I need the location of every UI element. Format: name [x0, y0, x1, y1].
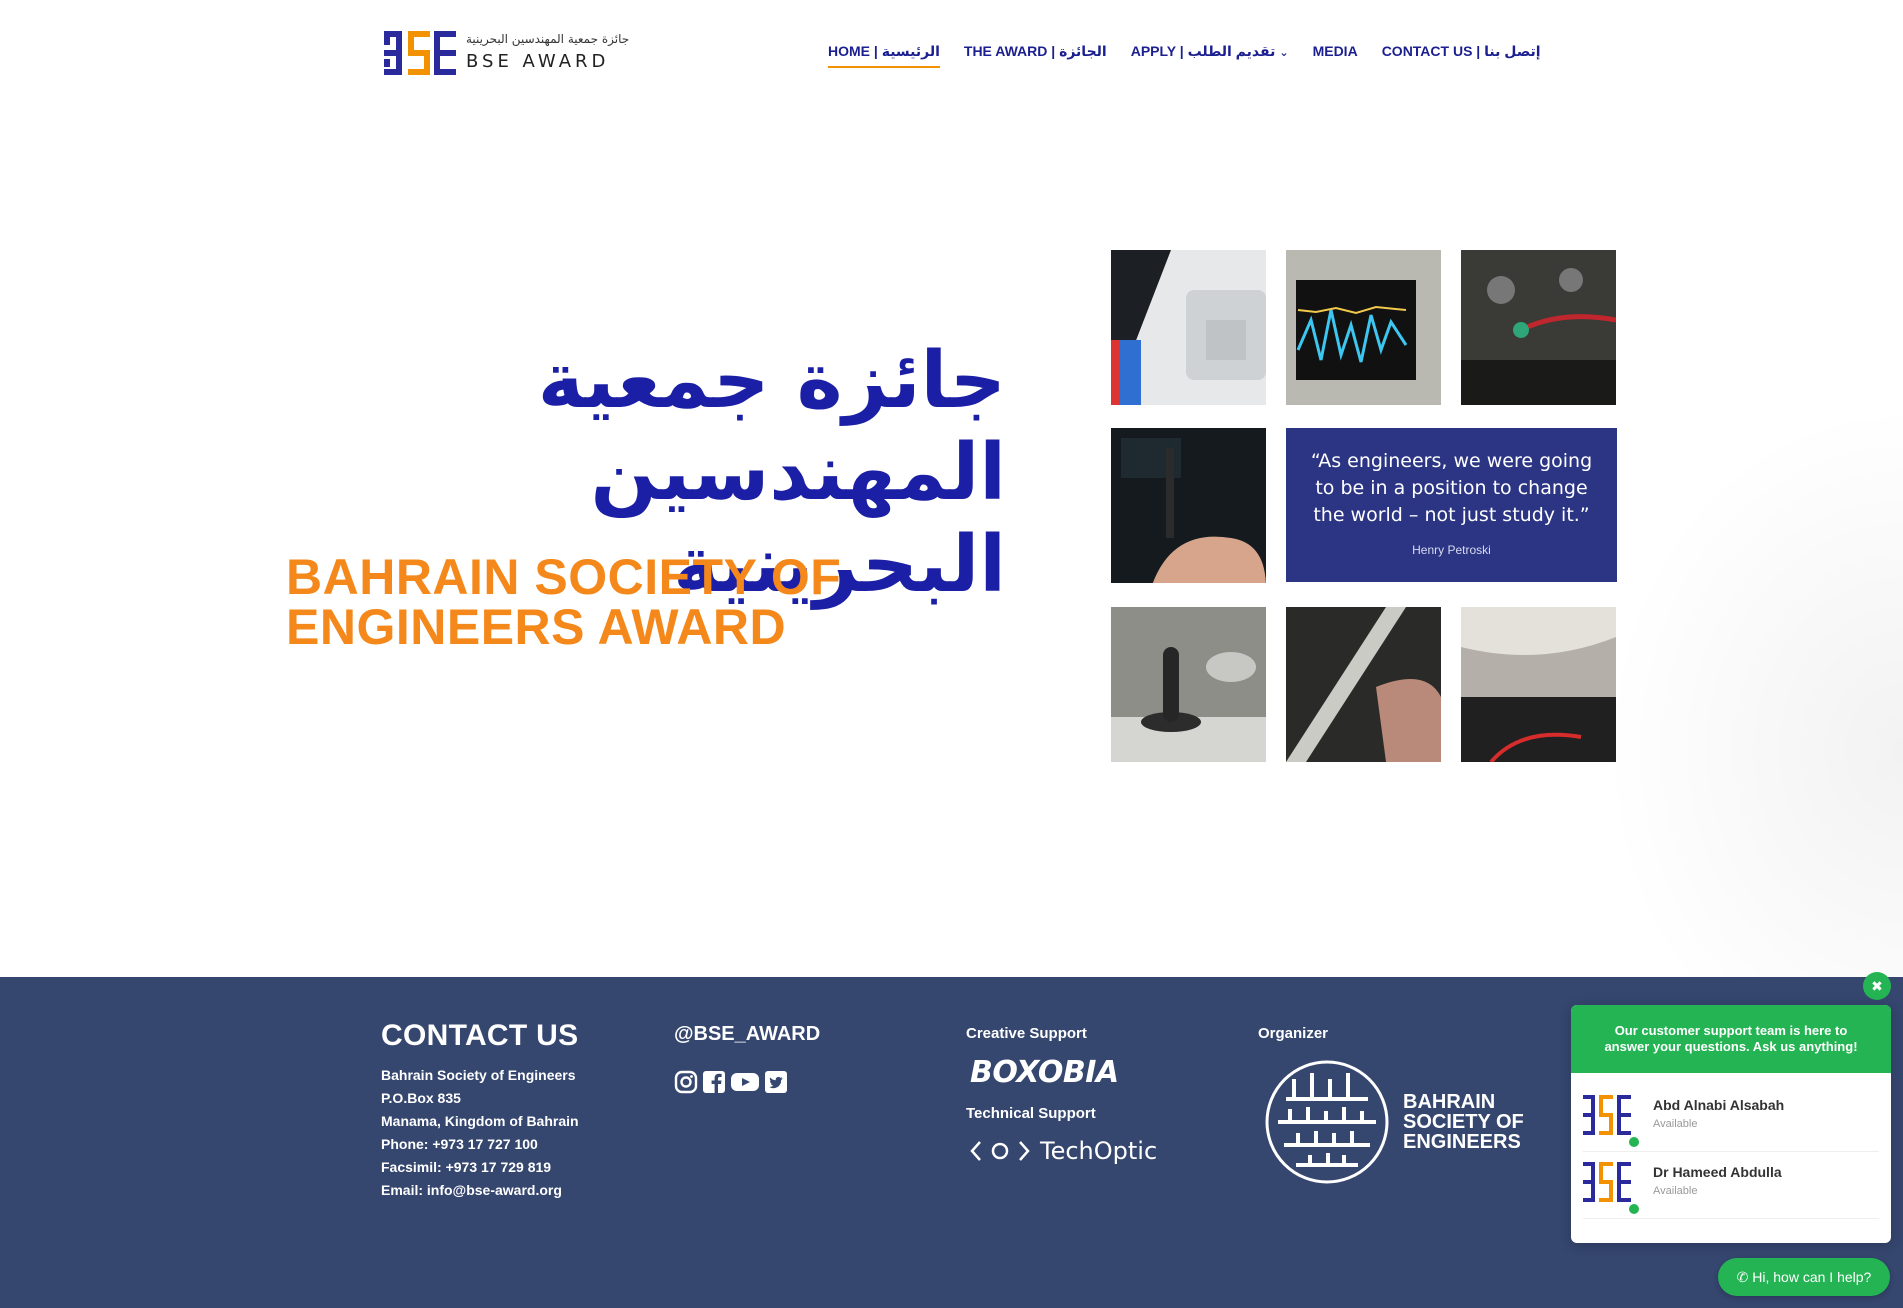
bse-organizer-seal-logo[interactable]: [1264, 1059, 1390, 1185]
techoptic-text: TechOptic: [1040, 1137, 1158, 1165]
whatsapp-chat-button[interactable]: ✆ Hi, how can I help?: [1718, 1258, 1890, 1296]
chat-button-label: Hi, how can I help?: [1752, 1269, 1872, 1285]
nav-apply[interactable]: APPLY | تقديم الطلب ⌄: [1131, 43, 1289, 68]
agent-status: Available: [1653, 1185, 1698, 1197]
contact-line-pobox: P.O.Box 835: [381, 1090, 461, 1106]
online-status-dot: [1629, 1204, 1639, 1214]
agent-status: Available: [1653, 1118, 1698, 1130]
contact-line-org: Bahrain Society of Engineers: [381, 1067, 576, 1083]
bse-logo-mark: [384, 31, 456, 75]
site-logo[interactable]: جائزة جمعية المهندسين البحرينية BSE AWAR…: [384, 29, 629, 79]
organizer-name: BAHRAIN SOCIETY OF ENGINEERS: [1403, 1091, 1524, 1153]
agent-name: Abd Alnabi Alsabah: [1653, 1097, 1785, 1113]
chat-panel: Our customer support team is here to ans…: [1571, 1005, 1891, 1243]
chevron-down-icon: ⌄: [1279, 47, 1289, 59]
photo-tile-signal-generator: [1461, 250, 1616, 405]
chat-intro: Our customer support team is here to ans…: [1571, 1005, 1891, 1073]
hero-english-title: BAHRAIN SOCIETY OF ENGINEERS AWARD: [286, 549, 842, 655]
contact-line-phone[interactable]: Phone: +973 17 727 100: [381, 1133, 579, 1156]
quote-text: “As engineers, we were going to be in a …: [1310, 450, 1593, 526]
logo-english-text: BSE AWARD: [466, 51, 610, 72]
online-status-dot: [1629, 1137, 1639, 1147]
photo-tile-equipment-panel: [1111, 250, 1266, 405]
quote-author: Henry Petroski: [1412, 543, 1491, 557]
photo-tile-joystick: [1111, 607, 1266, 762]
whatsapp-icon: ✆: [1736, 1269, 1749, 1285]
contact-line-fax: Facsimil: +973 17 729 819: [381, 1159, 552, 1175]
social-links: [674, 1070, 788, 1094]
social-handle: @BSE_AWARD: [674, 1023, 821, 1045]
nav-home[interactable]: HOME | الرئيسية: [828, 43, 940, 68]
photo-tile-hand-dial: [1461, 607, 1616, 762]
contact-line-email[interactable]: Email: info@bse-award.org: [381, 1179, 579, 1202]
youtube-icon[interactable]: [730, 1070, 760, 1094]
logo-arabic-text: جائزة جمعية المهندسين البحرينية: [466, 32, 630, 46]
organizer-label: Organizer: [1258, 1025, 1329, 1042]
quote-card: “As engineers, we were going to be in a …: [1286, 428, 1617, 582]
techoptic-logo[interactable]: TechOptic: [970, 1137, 1157, 1165]
nav-the-award[interactable]: THE AWARD | الجائزة: [964, 43, 1107, 68]
nav-media[interactable]: MEDIA: [1313, 43, 1358, 68]
photo-tile-hand-probe: [1111, 428, 1266, 583]
footer-contact-details: Bahrain Society of Engineers P.O.Box 835…: [381, 1064, 579, 1202]
instagram-icon[interactable]: [674, 1070, 698, 1094]
boxobia-logo[interactable]: BOXOBIA: [970, 1055, 1119, 1090]
code-brackets-icon: [970, 1141, 1030, 1161]
main-navigation: HOME | الرئيسية THE AWARD | الجائزة APPL…: [828, 43, 1541, 68]
chat-agent-2[interactable]: Dr Hameed Abdulla Available: [1583, 1152, 1879, 1219]
technical-support-label: Technical Support: [966, 1105, 1096, 1122]
photo-tile-hand-keyboard: [1286, 607, 1441, 762]
nav-contact-us[interactable]: CONTACT US | إتصل بنا: [1382, 43, 1541, 68]
facebook-icon[interactable]: [702, 1070, 726, 1094]
agent-name: Dr Hameed Abdulla: [1653, 1164, 1782, 1180]
chat-close-button[interactable]: ✖: [1863, 972, 1891, 1000]
creative-support-label: Creative Support: [966, 1025, 1087, 1042]
footer-contact-title: CONTACT US: [381, 1019, 579, 1052]
photo-tile-oscilloscope: [1286, 250, 1441, 405]
contact-line-city: Manama, Kingdom of Bahrain: [381, 1113, 579, 1129]
chat-agent-1[interactable]: Abd Alnabi Alsabah Available: [1583, 1085, 1879, 1152]
twitter-icon[interactable]: [764, 1070, 788, 1094]
